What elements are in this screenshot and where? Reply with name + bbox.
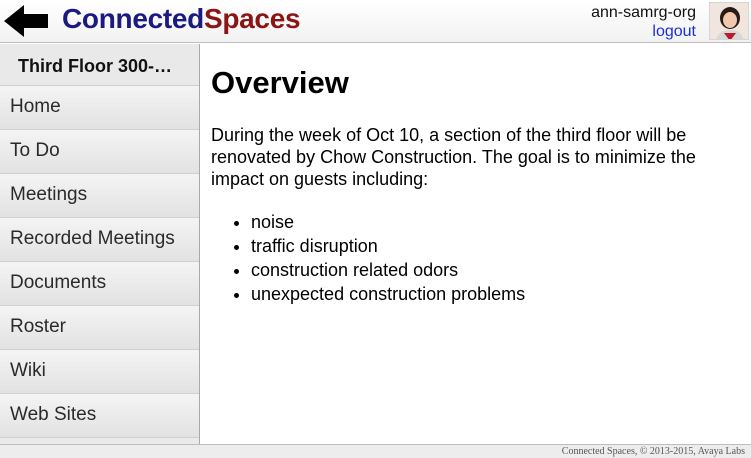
list-item: traffic disruption (251, 234, 741, 258)
list-item: noise (251, 210, 741, 234)
space-title[interactable]: Third Floor 300-… (0, 44, 199, 86)
sidebar-item-roster[interactable]: Roster (0, 306, 199, 350)
user-info: ann-samrg-org logout (591, 3, 696, 41)
back-arrow-icon (4, 5, 48, 37)
sidebar-item-to-do[interactable]: To Do (0, 130, 199, 174)
impact-list: noise traffic disruption construction re… (211, 210, 741, 306)
sidebar-item-home[interactable]: Home (0, 86, 199, 130)
logout-link[interactable]: logout (591, 22, 696, 41)
sidebar: Third Floor 300-… Home To Do Meetings Re… (0, 44, 200, 444)
avatar[interactable] (709, 2, 749, 40)
brand-part2: Spaces (203, 3, 301, 34)
top-header: ConnectedSpaces ann-samrg-org logout (0, 0, 751, 43)
sidebar-item-meetings[interactable]: Meetings (0, 174, 199, 218)
overview-paragraph: During the week of Oct 10, a section of … (211, 125, 696, 189)
sidebar-item-wiki[interactable]: Wiki (0, 350, 199, 394)
footer: Connected Spaces, © 2013-2015, Avaya Lab… (0, 444, 751, 458)
sidebar-item-documents[interactable]: Documents (0, 262, 199, 306)
username: ann-samrg-org (591, 4, 696, 21)
back-button[interactable] (2, 3, 50, 39)
brand-part1: Connected (62, 3, 204, 34)
sidebar-item-recorded-meetings[interactable]: Recorded Meetings (0, 218, 199, 262)
sidebar-item-web-sites[interactable]: Web Sites (0, 394, 199, 438)
list-item: construction related odors (251, 258, 741, 282)
list-item: unexpected construction problems (251, 282, 741, 306)
user-avatar-icon (710, 3, 748, 39)
main-content: Overview During the week of Oct 10, a se… (201, 44, 751, 444)
app-logo: ConnectedSpaces (62, 3, 301, 35)
page-title: Overview (211, 65, 349, 100)
